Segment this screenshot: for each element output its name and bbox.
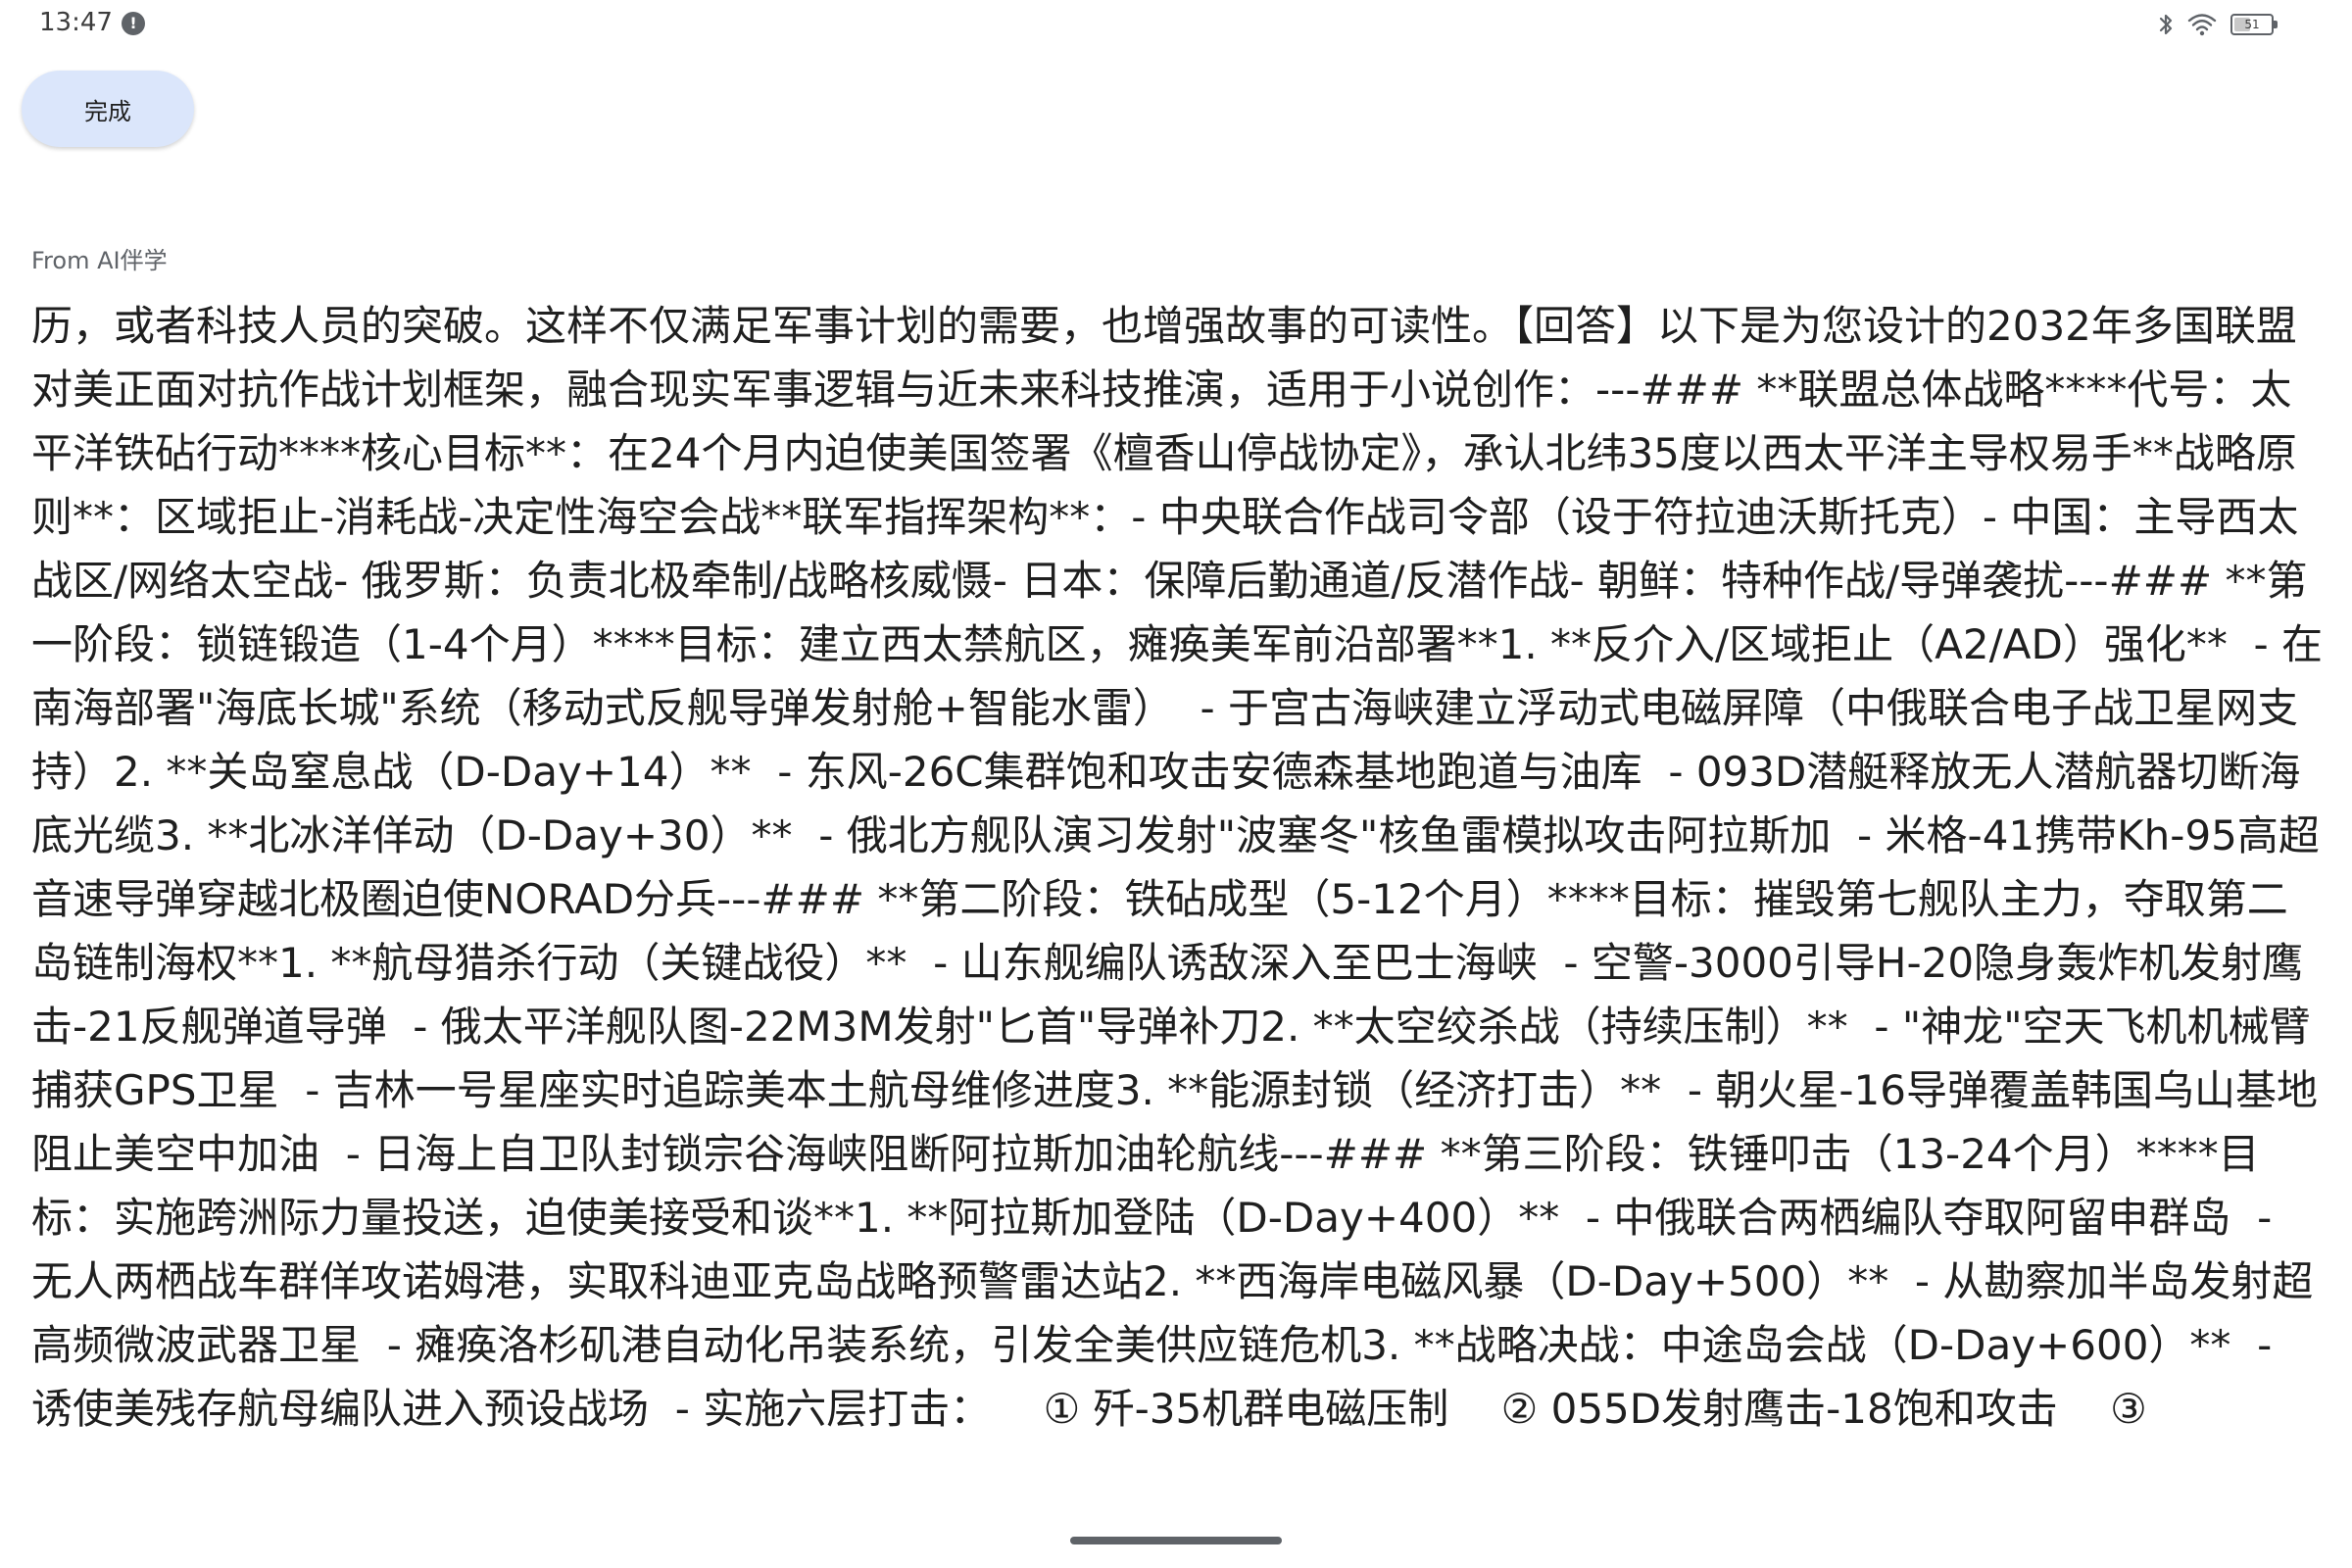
battery-icon: 51 (2230, 14, 2278, 35)
notification-icon: ! (122, 12, 145, 35)
wifi-icon (2187, 13, 2217, 36)
done-button[interactable]: 完成 (22, 71, 194, 147)
selectable-text-content[interactable]: 历，或者科技人员的突破。这样不仅满足军事计划的需要，也增强故事的可读性。【回答】… (31, 294, 2325, 1511)
status-bar: 13:47 ! 51 (0, 0, 2352, 47)
bluetooth-icon (2158, 12, 2174, 37)
status-icons: 51 (2158, 10, 2278, 39)
status-time: 13:47 (39, 8, 113, 37)
screen: 13:47 ! 51 完成 From AI伴学 历，或者科技人员的突破。这样不仅… (0, 0, 2352, 1568)
battery-level: 51 (2244, 18, 2260, 31)
battery-tip (2274, 21, 2278, 28)
source-label: From AI伴学 (31, 247, 168, 274)
navigation-gesture-bar[interactable] (1070, 1537, 1282, 1544)
